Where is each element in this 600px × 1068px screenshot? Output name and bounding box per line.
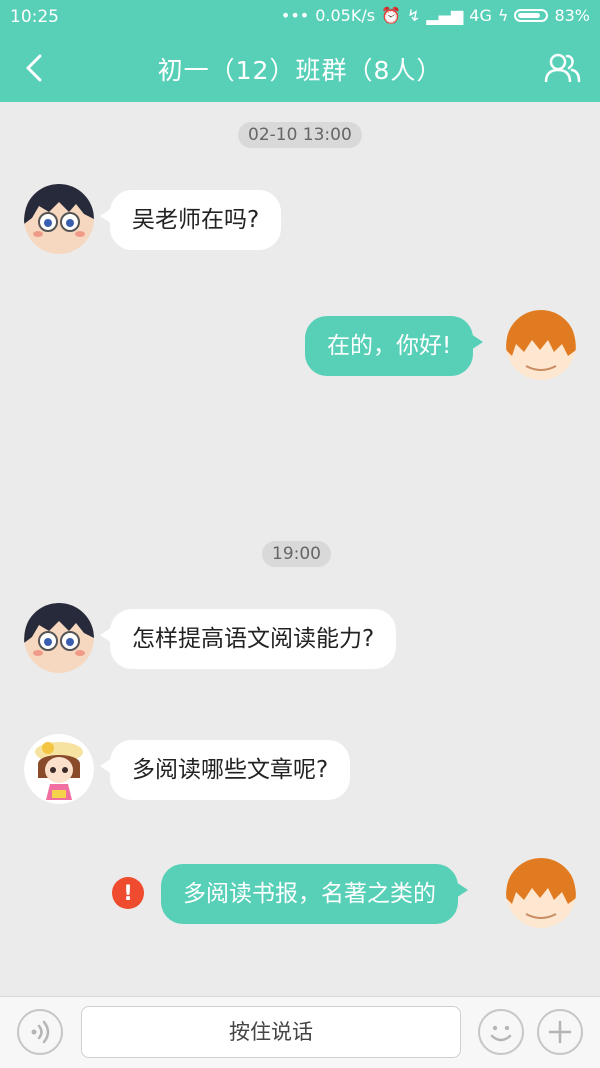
- signal-icon: ▂▄▆: [426, 6, 464, 25]
- title-bar: 初一（12）班群（8人）: [0, 34, 600, 102]
- voice-icon: [31, 1020, 50, 1044]
- page-title: 初一（12）班群（8人）: [157, 56, 443, 85]
- plus-icon: [548, 1020, 572, 1044]
- message-timestamp: 19:00: [262, 541, 331, 567]
- avatar-orange-hair[interactable]: [506, 310, 576, 380]
- emoji-button[interactable]: [478, 1009, 524, 1055]
- emoji-icon: [490, 1025, 512, 1042]
- avatar-boy-glasses[interactable]: [24, 603, 94, 673]
- status-time: 10:25: [10, 7, 59, 27]
- avatar-girl-flower[interactable]: [24, 734, 94, 804]
- message-bubble[interactable]: 吴老师在吗?: [99, 190, 282, 250]
- status-icons: ••• 0.05K/s ⏰ ↯ ▂▄▆ 4G ϟ 83%: [281, 6, 590, 25]
- message-bubble[interactable]: 多阅读书报，名著之类的: [161, 864, 468, 924]
- message-timestamp: 02-10 13:00: [238, 122, 362, 148]
- battery-icon: [514, 9, 549, 22]
- input-bar: 按住说话: [0, 996, 600, 1068]
- vibrate-icon: ↯: [406, 6, 421, 25]
- network-type: 4G: [469, 6, 492, 25]
- more-button[interactable]: [537, 1009, 583, 1055]
- voice-mode-button[interactable]: [17, 1009, 63, 1055]
- message-bubble[interactable]: 在的，你好!: [305, 316, 484, 376]
- network-speed: 0.05K/s: [315, 6, 376, 25]
- message-bubble[interactable]: 多阅读哪些文章呢?: [99, 740, 351, 800]
- hold-to-talk-button[interactable]: 按住说话: [81, 1006, 461, 1058]
- message-bubble[interactable]: 怎样提高语文阅读能力?: [99, 609, 397, 669]
- avatar-boy-glasses[interactable]: [24, 184, 94, 254]
- status-bar: 10:25 ••• 0.05K/s ⏰ ↯ ▂▄▆ 4G ϟ 83%: [0, 0, 600, 34]
- more-dots-icon: •••: [280, 6, 310, 25]
- alarm-icon: ⏰: [381, 6, 401, 25]
- send-failed-icon[interactable]: !: [112, 877, 144, 909]
- group-members-icon[interactable]: [542, 48, 582, 88]
- avatar-orange-hair[interactable]: [506, 858, 576, 928]
- charging-icon: ϟ: [497, 6, 509, 25]
- battery-percent: 83%: [554, 6, 590, 25]
